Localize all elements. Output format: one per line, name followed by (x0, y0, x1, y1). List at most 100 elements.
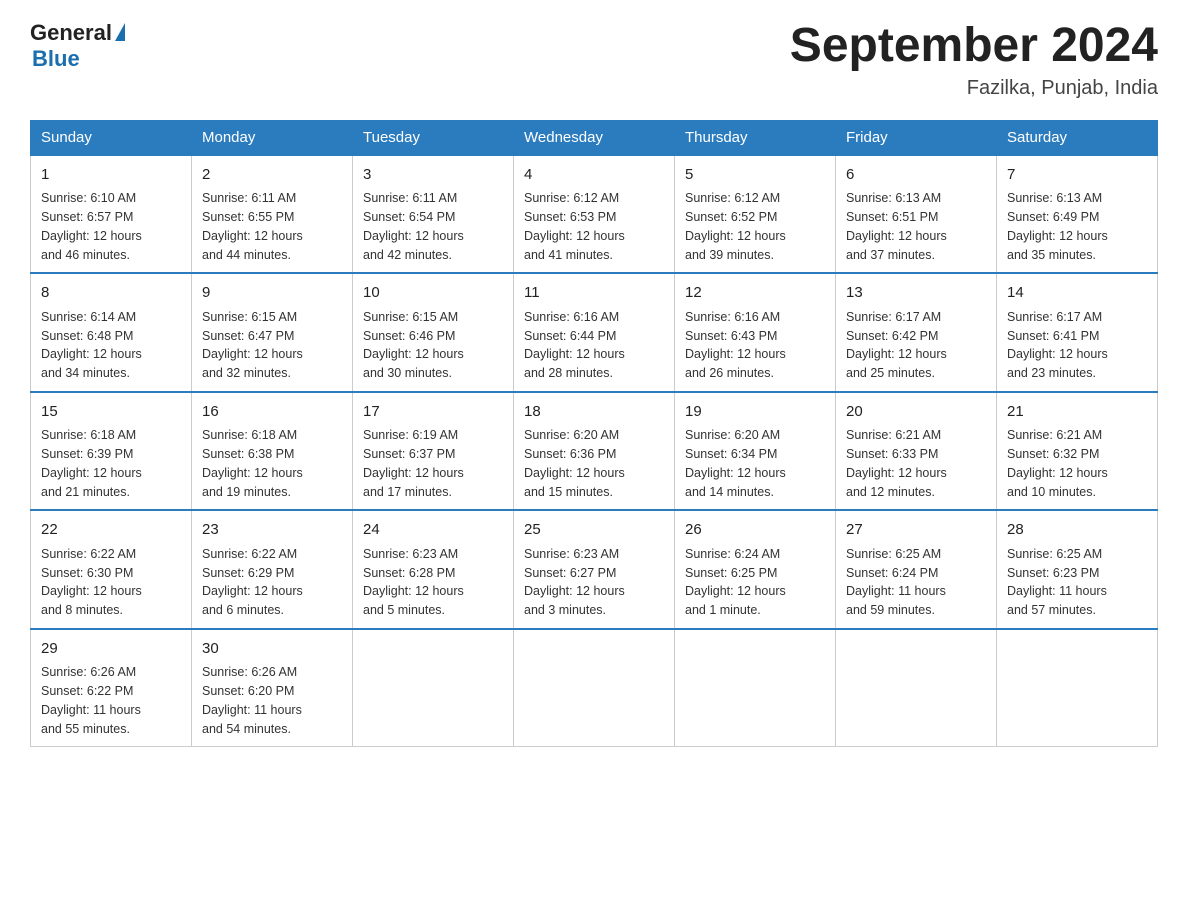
sunrise-text: Sunrise: 6:19 AM (363, 428, 458, 442)
sunrise-text: Sunrise: 6:20 AM (685, 428, 780, 442)
sunset-text: Sunset: 6:47 PM (202, 329, 294, 343)
sunset-text: Sunset: 6:36 PM (524, 447, 616, 461)
day-number: 13 (846, 282, 986, 305)
sunset-text: Sunset: 6:29 PM (202, 566, 294, 580)
sunrise-text: Sunrise: 6:24 AM (685, 547, 780, 561)
daylight-text-2: and 30 minutes. (363, 366, 452, 380)
day-number: 29 (41, 638, 181, 661)
daylight-text-1: Daylight: 12 hours (685, 584, 786, 598)
sunrise-text: Sunrise: 6:12 AM (685, 191, 780, 205)
sunrise-text: Sunrise: 6:23 AM (524, 547, 619, 561)
weekday-header-wednesday: Wednesday (514, 120, 675, 155)
day-number: 24 (363, 519, 503, 542)
sunrise-text: Sunrise: 6:18 AM (41, 428, 136, 442)
daylight-text-1: Daylight: 12 hours (846, 347, 947, 361)
sunrise-text: Sunrise: 6:15 AM (363, 310, 458, 324)
weekday-header-saturday: Saturday (997, 120, 1158, 155)
day-number: 26 (685, 519, 825, 542)
day-number: 30 (202, 638, 342, 661)
day-number: 7 (1007, 164, 1147, 187)
daylight-text-2: and 1 minute. (685, 603, 761, 617)
day-cell-6: 6 Sunrise: 6:13 AM Sunset: 6:51 PM Dayli… (836, 155, 997, 274)
day-cell-25: 25 Sunrise: 6:23 AM Sunset: 6:27 PM Dayl… (514, 510, 675, 629)
weekday-header-monday: Monday (192, 120, 353, 155)
day-number: 19 (685, 401, 825, 424)
daylight-text-1: Daylight: 12 hours (846, 466, 947, 480)
daylight-text-1: Daylight: 12 hours (41, 466, 142, 480)
sunset-text: Sunset: 6:57 PM (41, 210, 133, 224)
sunset-text: Sunset: 6:41 PM (1007, 329, 1099, 343)
empty-cell (514, 629, 675, 747)
logo-blue-text: Blue (32, 46, 80, 72)
sunrise-text: Sunrise: 6:12 AM (524, 191, 619, 205)
day-cell-20: 20 Sunrise: 6:21 AM Sunset: 6:33 PM Dayl… (836, 392, 997, 511)
day-cell-17: 17 Sunrise: 6:19 AM Sunset: 6:37 PM Dayl… (353, 392, 514, 511)
day-cell-24: 24 Sunrise: 6:23 AM Sunset: 6:28 PM Dayl… (353, 510, 514, 629)
daylight-text-1: Daylight: 11 hours (202, 703, 302, 717)
day-number: 3 (363, 164, 503, 187)
weekday-header-tuesday: Tuesday (353, 120, 514, 155)
day-cell-4: 4 Sunrise: 6:12 AM Sunset: 6:53 PM Dayli… (514, 155, 675, 274)
day-cell-15: 15 Sunrise: 6:18 AM Sunset: 6:39 PM Dayl… (31, 392, 192, 511)
sunset-text: Sunset: 6:23 PM (1007, 566, 1099, 580)
week-row-1: 1 Sunrise: 6:10 AM Sunset: 6:57 PM Dayli… (31, 155, 1158, 274)
daylight-text-1: Daylight: 12 hours (524, 584, 625, 598)
day-number: 4 (524, 164, 664, 187)
daylight-text-2: and 57 minutes. (1007, 603, 1096, 617)
daylight-text-2: and 12 minutes. (846, 485, 935, 499)
daylight-text-1: Daylight: 12 hours (685, 229, 786, 243)
day-cell-5: 5 Sunrise: 6:12 AM Sunset: 6:52 PM Dayli… (675, 155, 836, 274)
sunset-text: Sunset: 6:48 PM (41, 329, 133, 343)
day-number: 11 (524, 282, 664, 305)
day-number: 10 (363, 282, 503, 305)
daylight-text-1: Daylight: 12 hours (41, 229, 142, 243)
sunrise-text: Sunrise: 6:21 AM (1007, 428, 1102, 442)
daylight-text-1: Daylight: 12 hours (363, 229, 464, 243)
week-row-2: 8 Sunrise: 6:14 AM Sunset: 6:48 PM Dayli… (31, 273, 1158, 392)
sunrise-text: Sunrise: 6:25 AM (846, 547, 941, 561)
sunrise-text: Sunrise: 6:26 AM (202, 665, 297, 679)
day-cell-7: 7 Sunrise: 6:13 AM Sunset: 6:49 PM Dayli… (997, 155, 1158, 274)
day-number: 22 (41, 519, 181, 542)
day-number: 17 (363, 401, 503, 424)
sunset-text: Sunset: 6:38 PM (202, 447, 294, 461)
page-header: General Blue September 2024 Fazilka, Pun… (30, 20, 1158, 100)
day-number: 18 (524, 401, 664, 424)
day-cell-29: 29 Sunrise: 6:26 AM Sunset: 6:22 PM Dayl… (31, 629, 192, 747)
daylight-text-2: and 34 minutes. (41, 366, 130, 380)
daylight-text-1: Daylight: 12 hours (41, 584, 142, 598)
empty-cell (997, 629, 1158, 747)
sunrise-text: Sunrise: 6:10 AM (41, 191, 136, 205)
sunrise-text: Sunrise: 6:25 AM (1007, 547, 1102, 561)
sunrise-text: Sunrise: 6:17 AM (846, 310, 941, 324)
day-cell-12: 12 Sunrise: 6:16 AM Sunset: 6:43 PM Dayl… (675, 273, 836, 392)
day-number: 2 (202, 164, 342, 187)
sunset-text: Sunset: 6:42 PM (846, 329, 938, 343)
sunrise-text: Sunrise: 6:13 AM (1007, 191, 1102, 205)
daylight-text-2: and 23 minutes. (1007, 366, 1096, 380)
day-number: 6 (846, 164, 986, 187)
logo-general-text: General (30, 20, 112, 46)
calendar-title: September 2024 (790, 20, 1158, 73)
day-cell-18: 18 Sunrise: 6:20 AM Sunset: 6:36 PM Dayl… (514, 392, 675, 511)
daylight-text-2: and 10 minutes. (1007, 485, 1096, 499)
empty-cell (836, 629, 997, 747)
daylight-text-2: and 8 minutes. (41, 603, 123, 617)
sunset-text: Sunset: 6:30 PM (41, 566, 133, 580)
daylight-text-2: and 59 minutes. (846, 603, 935, 617)
sunrise-text: Sunrise: 6:14 AM (41, 310, 136, 324)
day-cell-11: 11 Sunrise: 6:16 AM Sunset: 6:44 PM Dayl… (514, 273, 675, 392)
day-number: 12 (685, 282, 825, 305)
title-section: September 2024 Fazilka, Punjab, India (790, 20, 1158, 100)
sunset-text: Sunset: 6:34 PM (685, 447, 777, 461)
daylight-text-1: Daylight: 12 hours (1007, 347, 1108, 361)
day-cell-28: 28 Sunrise: 6:25 AM Sunset: 6:23 PM Dayl… (997, 510, 1158, 629)
daylight-text-1: Daylight: 12 hours (202, 347, 303, 361)
daylight-text-1: Daylight: 11 hours (41, 703, 141, 717)
daylight-text-2: and 54 minutes. (202, 722, 291, 736)
sunset-text: Sunset: 6:44 PM (524, 329, 616, 343)
sunset-text: Sunset: 6:25 PM (685, 566, 777, 580)
daylight-text-1: Daylight: 12 hours (685, 347, 786, 361)
daylight-text-2: and 37 minutes. (846, 248, 935, 262)
sunset-text: Sunset: 6:55 PM (202, 210, 294, 224)
